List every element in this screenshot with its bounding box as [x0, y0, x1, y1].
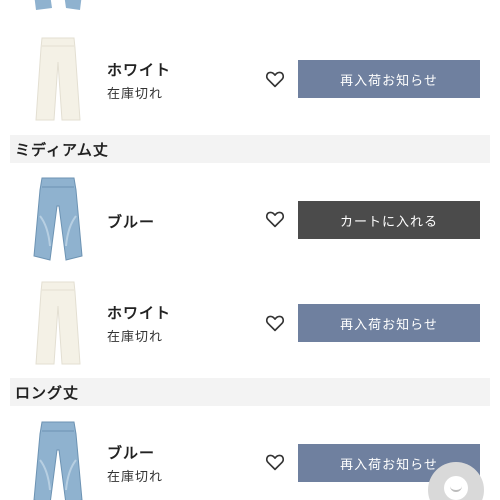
- heart-outline-icon[interactable]: [265, 314, 285, 332]
- product-image-white-jeans[interactable]: [28, 280, 88, 366]
- heart-outline-icon[interactable]: [265, 70, 285, 88]
- variant-color-name: ホワイト: [107, 61, 172, 79]
- chat-face-icon: [444, 476, 468, 500]
- section-header-medium-length: ミディアム丈: [10, 135, 490, 163]
- variant-color-name: ブルー: [107, 444, 156, 462]
- variant-color-name: ブルー: [107, 213, 156, 231]
- product-image-white-jeans[interactable]: [28, 36, 88, 122]
- restock-notify-button[interactable]: 再入荷お知らせ: [298, 304, 480, 342]
- variant-row: ホワイト 在庫切れ 再入荷お知らせ: [0, 28, 500, 128]
- product-image-blue-jeans[interactable]: [28, 420, 88, 500]
- product-image-partial: [28, 0, 88, 12]
- restock-notify-button[interactable]: 再入荷お知らせ: [298, 60, 480, 98]
- section-header-long-length: ロング丈: [10, 378, 490, 406]
- variant-row: ブルー カートに入れる: [0, 168, 500, 268]
- stock-status: 在庫切れ: [107, 470, 164, 485]
- product-variant-list: ホワイト 在庫切れ 再入荷お知らせ ミディアム丈 ブルー カートに入れる ホワイ…: [0, 0, 500, 500]
- product-image-blue-jeans[interactable]: [28, 176, 88, 262]
- variant-color-name: ホワイト: [107, 304, 172, 322]
- add-to-cart-button[interactable]: カートに入れる: [298, 201, 480, 239]
- heart-outline-icon[interactable]: [265, 453, 285, 471]
- variant-row: ホワイト 在庫切れ 再入荷お知らせ: [0, 272, 500, 372]
- heart-outline-icon[interactable]: [265, 210, 285, 228]
- stock-status: 在庫切れ: [107, 87, 164, 102]
- stock-status: 在庫切れ: [107, 330, 164, 345]
- variant-row: ブルー 在庫切れ 再入荷お知らせ: [0, 412, 500, 500]
